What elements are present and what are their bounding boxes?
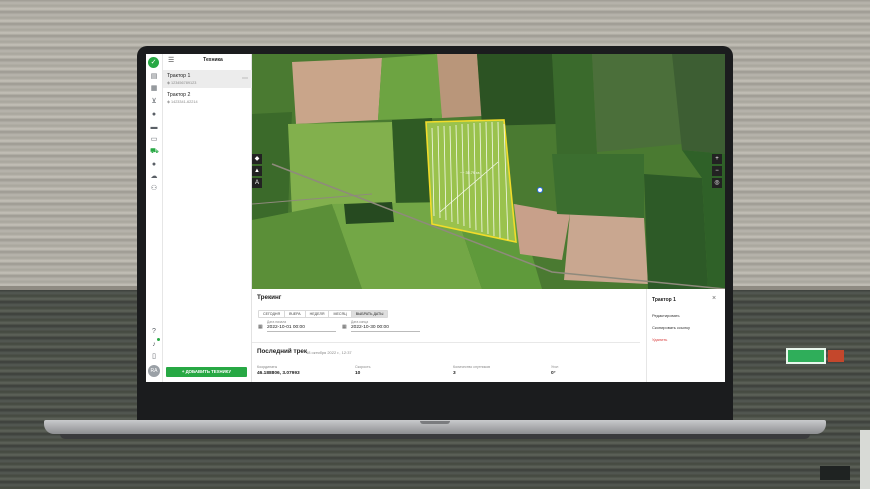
stat-value: 3 — [453, 371, 456, 376]
stat-value: 0° — [551, 371, 556, 376]
add-equipment-button[interactable]: + ДОБАВИТЬ ТЕХНИКУ — [166, 367, 247, 377]
item-id: ◈ 123456789123 — [167, 81, 197, 85]
stat-label: Угол — [551, 365, 559, 369]
text-tool-button[interactable]: A — [252, 178, 262, 188]
notification-dot — [157, 338, 160, 341]
tracking-title: Трекинг — [257, 294, 282, 301]
date-to-value: 2022-10-30 00:00 — [351, 325, 420, 332]
laptop-notch — [420, 421, 450, 424]
zoom-in-button[interactable]: + — [712, 154, 722, 164]
tracking-panel: Трекинг СЕГОДНЯ ВЧЕРА НЕДЕЛЯ МЕСЯЦ ВЫБРА… — [252, 289, 640, 382]
stat-label: Количество спутников — [453, 365, 490, 369]
app-logo-icon[interactable]: ✓ — [148, 57, 159, 68]
edit-menu-item[interactable]: Редактировать — [652, 313, 680, 318]
laptop-foot — [60, 434, 810, 439]
avatar[interactable]: RA — [148, 365, 160, 377]
last-track-date: 18 октября 2022 г., 12:37 — [306, 350, 352, 355]
person-icon[interactable]: ● — [150, 161, 158, 169]
locate-icon[interactable]: ◎ — [712, 178, 722, 188]
wallet-icon[interactable]: ▭ — [150, 136, 158, 144]
icon-rail: ✓ ▤ ▦ ⊻ ● ▬ ▭ ⛟ ● ☁ ⚇ ? ♪ ▯ RA — [146, 54, 163, 382]
panel-header: ☰ Техника — [163, 54, 251, 68]
menu-icon[interactable]: ☰ — [168, 57, 176, 65]
item-name: Трактор 2 — [167, 92, 191, 98]
calendar-icon: ▦ — [258, 324, 263, 330]
date-from-label: Дата начала — [267, 320, 287, 324]
divider — [252, 342, 640, 343]
close-icon[interactable]: × — [712, 295, 716, 302]
globe-icon[interactable]: ● — [150, 111, 158, 119]
more-icon[interactable]: ⋯ — [242, 75, 248, 82]
stat-label: Скорость — [355, 365, 371, 369]
equipment-panel: ☰ Техника Трактор 1 ◈ 123456789123 ⋯ Тра… — [163, 54, 252, 382]
zoom-out-button[interactable]: − — [712, 166, 722, 176]
stat-label: Координаты — [257, 365, 278, 369]
background-tractor — [786, 346, 846, 366]
tractor-icon[interactable]: ⛟ — [150, 148, 159, 156]
item-name: Трактор 1 — [167, 73, 191, 79]
bell-icon[interactable]: ♪ — [150, 341, 158, 349]
calendar-icon: ▦ — [342, 324, 347, 330]
date-to-label: Дата конца — [351, 320, 369, 324]
calendar-icon[interactable]: ▦ — [150, 85, 158, 93]
app-screen: ✓ ▤ ▦ ⊻ ● ▬ ▭ ⛟ ● ☁ ⚇ ? ♪ ▯ RA ☰ Техника… — [146, 54, 725, 382]
range-custom[interactable]: ВЫБРАТЬ ДАТЫ — [351, 311, 388, 317]
stat-coordinates: Координаты 46.188806, 3.07993 — [257, 365, 300, 376]
stat-value: 10 — [355, 371, 361, 376]
satellite-map[interactable]: ~~ 35.79 га ◆ ▲ A + − ◎ — [252, 54, 725, 289]
date-from-field[interactable]: ▦ Дата начала 2022-10-01 00:00 — [258, 320, 336, 332]
stat-angle: Угол 0° — [551, 365, 558, 376]
help-icon[interactable]: ? — [150, 328, 158, 336]
context-title: Трактор 1 — [652, 297, 676, 303]
range-yesterday[interactable]: ВЧЕРА — [285, 311, 306, 317]
cart-icon[interactable]: ⊻ — [150, 98, 158, 106]
background-vehicle — [860, 430, 870, 489]
date-to-field[interactable]: ▦ Дата конца 2022-10-30 00:00 — [342, 320, 420, 332]
copy-link-menu-item[interactable]: Скопировать ссылку — [652, 325, 690, 330]
stat-speed: Скорость 10 — [355, 365, 371, 376]
stat-satellites: Количество спутников 3 — [453, 365, 490, 376]
list-item-tractor-2[interactable]: Трактор 2 ◈ 1423341‑62214 — [163, 89, 252, 107]
document-icon[interactable]: ▬ — [150, 124, 158, 132]
item-id: ◈ 1423341‑62214 — [167, 100, 198, 104]
background-object — [820, 466, 850, 480]
team-icon[interactable]: ⚇ — [150, 185, 158, 193]
building-icon[interactable]: ▤ — [150, 73, 158, 81]
layers-icon[interactable]: ◆ — [252, 154, 262, 164]
stat-value: 46.188806, 3.07993 — [257, 371, 300, 376]
date-from-value: 2022-10-01 00:00 — [267, 325, 336, 332]
list-item-tractor-1[interactable]: Трактор 1 ◈ 123456789123 ⋯ — [163, 70, 252, 88]
shapes-icon[interactable]: ▲ — [252, 166, 262, 176]
range-today[interactable]: СЕГОДНЯ — [259, 311, 286, 317]
context-menu: Трактор 1 × Редактировать Скопировать сс… — [646, 289, 725, 382]
map-canvas — [252, 54, 725, 289]
range-month[interactable]: МЕСЯЦ — [329, 311, 352, 317]
cloud-icon[interactable]: ☁ — [150, 173, 158, 181]
panel-title: Техника — [203, 57, 223, 63]
field-area-label: ~~ 35.79 га — [460, 171, 480, 175]
range-selector: СЕГОДНЯ ВЧЕРА НЕДЕЛЯ МЕСЯЦ ВЫБРАТЬ ДАТЫ — [258, 310, 389, 318]
range-week[interactable]: НЕДЕЛЯ — [306, 311, 330, 317]
delete-menu-item[interactable]: Удалить — [652, 337, 667, 342]
last-track-title: Последний трек — [257, 348, 308, 355]
phone-icon[interactable]: ▯ — [150, 353, 158, 361]
